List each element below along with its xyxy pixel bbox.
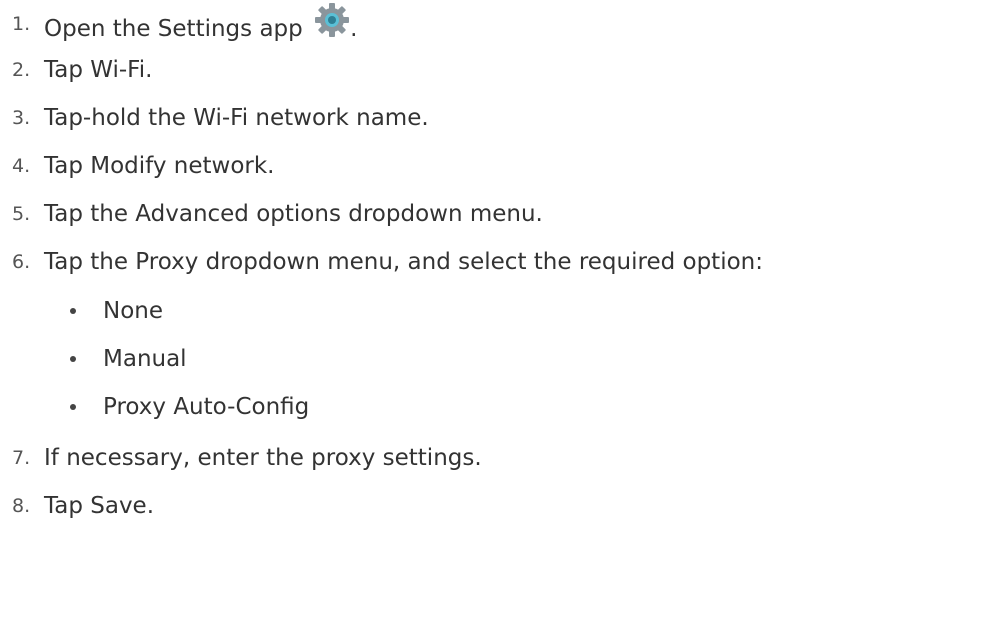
- step-1-text: Open the Settings app: [44, 16, 303, 42]
- step-number: 5.: [12, 203, 31, 225]
- settings-gear-icon: [314, 2, 350, 38]
- step-text: Tap the Advanced options dropdown menu.: [44, 201, 543, 227]
- proxy-option-label: Manual: [103, 346, 187, 372]
- step-text: If necessary, enter the proxy settings.: [44, 445, 482, 471]
- step-number: 2.: [12, 59, 31, 81]
- bullet-icon: [70, 356, 76, 362]
- proxy-option-label: None: [103, 298, 164, 324]
- bullet-icon: [70, 404, 76, 410]
- step-text: Tap Wi-Fi.: [44, 57, 153, 83]
- step-number: 7.: [12, 447, 31, 469]
- step-text: Tap-hold the Wi-Fi network name.: [44, 105, 429, 131]
- step-text: Tap Save.: [44, 493, 155, 519]
- step-text: Tap Modify network.: [44, 153, 275, 179]
- proxy-option-label: Proxy Auto-Config: [103, 394, 310, 420]
- step-number: 6.: [12, 251, 31, 273]
- step-number: 8.: [12, 495, 31, 517]
- bullet-icon: [70, 308, 76, 314]
- step-text: Open the Settings app .: [44, 2, 357, 51]
- step-1-suffix: .: [350, 16, 358, 42]
- step-number: 4.: [12, 155, 31, 177]
- instruction-steps: 1. Open the Settings app . 2. Tap Wi-Fi.…: [0, 0, 983, 628]
- step-number: 1.: [12, 13, 31, 35]
- step-text: Tap the Proxy dropdown menu, and select …: [44, 249, 763, 275]
- step-number: 3.: [12, 107, 31, 129]
